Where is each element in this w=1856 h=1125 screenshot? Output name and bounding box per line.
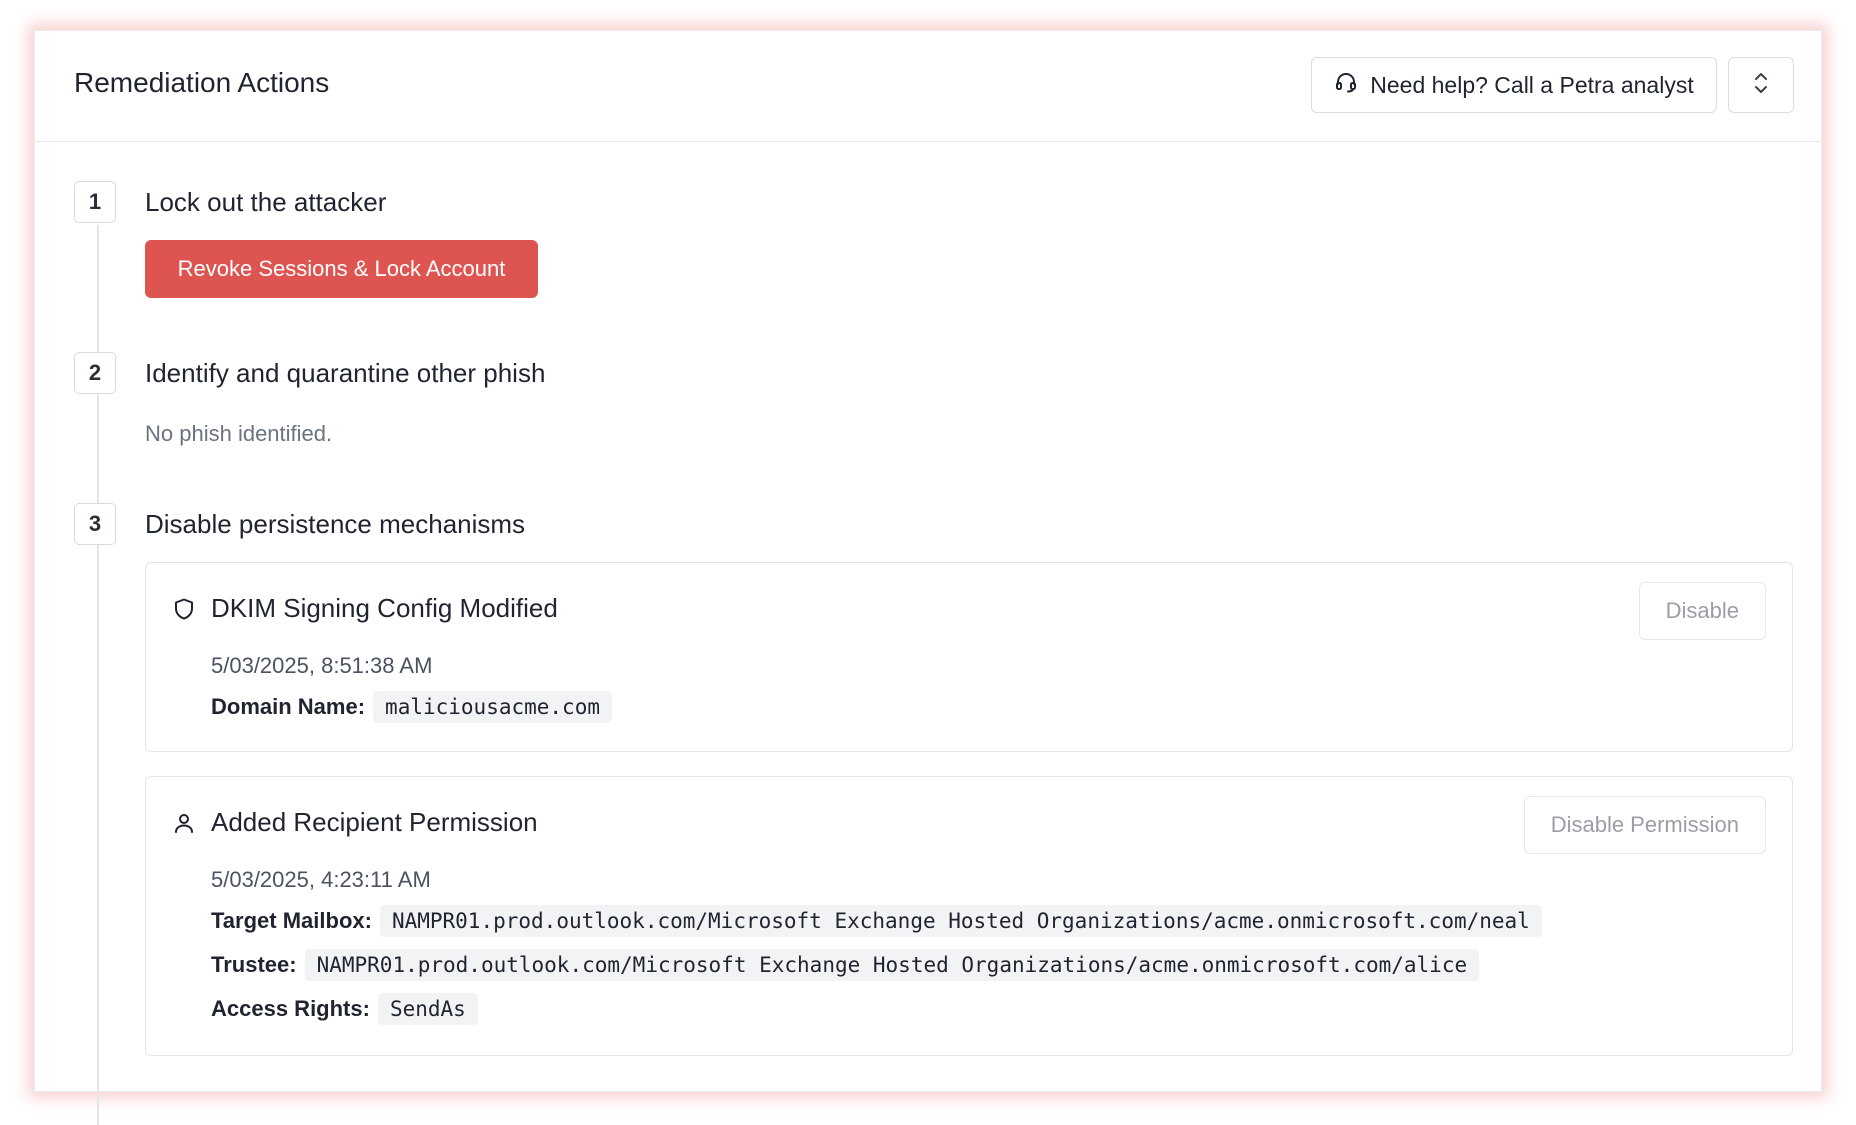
shield-icon bbox=[172, 597, 196, 621]
disable-permission-button[interactable]: Disable Permission bbox=[1523, 796, 1766, 854]
target-mailbox-field: Target Mailbox: NAMPR01.prod.outlook.com… bbox=[211, 905, 1542, 937]
field-value: SendAs bbox=[377, 993, 478, 1025]
step-number: 2 bbox=[74, 352, 116, 394]
disable-button[interactable]: Disable bbox=[1638, 582, 1766, 640]
card-title: Added Recipient Permission bbox=[211, 807, 538, 837]
page-title: Remediation Actions bbox=[74, 67, 330, 98]
persistence-card: Added Recipient Permission Disable Permi… bbox=[145, 776, 1793, 1056]
remediation-panel: Remediation Actions Need help? Call a Pe… bbox=[34, 30, 1822, 1125]
call-analyst-label: Need help? Call a Petra analyst bbox=[1370, 71, 1694, 98]
step-title: Lock out the attacker bbox=[145, 187, 387, 217]
chevron-up-down-icon bbox=[1751, 70, 1771, 101]
field-label: Domain Name: bbox=[211, 694, 366, 719]
step-number: 1 bbox=[74, 181, 116, 223]
field-value: NAMPR01.prod.outlook.com/Microsoft Excha… bbox=[304, 949, 1480, 981]
phish-status-text: No phish identified. bbox=[145, 421, 333, 446]
field-value: NAMPR01.prod.outlook.com/Microsoft Excha… bbox=[379, 905, 1542, 937]
domain-name-field: Domain Name: maliciousacme.com bbox=[211, 691, 612, 723]
card-title: DKIM Signing Config Modified bbox=[211, 593, 558, 623]
card-timestamp: 5/03/2025, 8:51:38 AM bbox=[211, 653, 433, 678]
step-title: Disable persistence mechanisms bbox=[145, 509, 526, 539]
field-label: Trustee: bbox=[211, 952, 297, 977]
field-label: Access Rights: bbox=[211, 996, 370, 1021]
card-timestamp: 5/03/2025, 4:23:11 AM bbox=[211, 867, 431, 892]
field-label: Target Mailbox: bbox=[211, 908, 372, 933]
headset-icon bbox=[1334, 70, 1358, 100]
access-rights-field: Access Rights: SendAs bbox=[211, 993, 478, 1025]
call-analyst-button[interactable]: Need help? Call a Petra analyst bbox=[1311, 57, 1717, 113]
revoke-sessions-button[interactable]: Revoke Sessions & Lock Account bbox=[145, 240, 538, 298]
step-title: Identify and quarantine other phish bbox=[145, 358, 546, 388]
panel-header: Remediation Actions Need help? Call a Pe… bbox=[35, 31, 1821, 142]
user-icon bbox=[172, 811, 196, 835]
step-number: 3 bbox=[74, 503, 116, 545]
expand-collapse-button[interactable] bbox=[1728, 57, 1794, 113]
field-value: maliciousacme.com bbox=[373, 691, 612, 723]
trustee-field: Trustee: NAMPR01.prod.outlook.com/Micros… bbox=[211, 949, 1480, 981]
persistence-card: DKIM Signing Config Modified Disable 5/0… bbox=[145, 562, 1793, 752]
